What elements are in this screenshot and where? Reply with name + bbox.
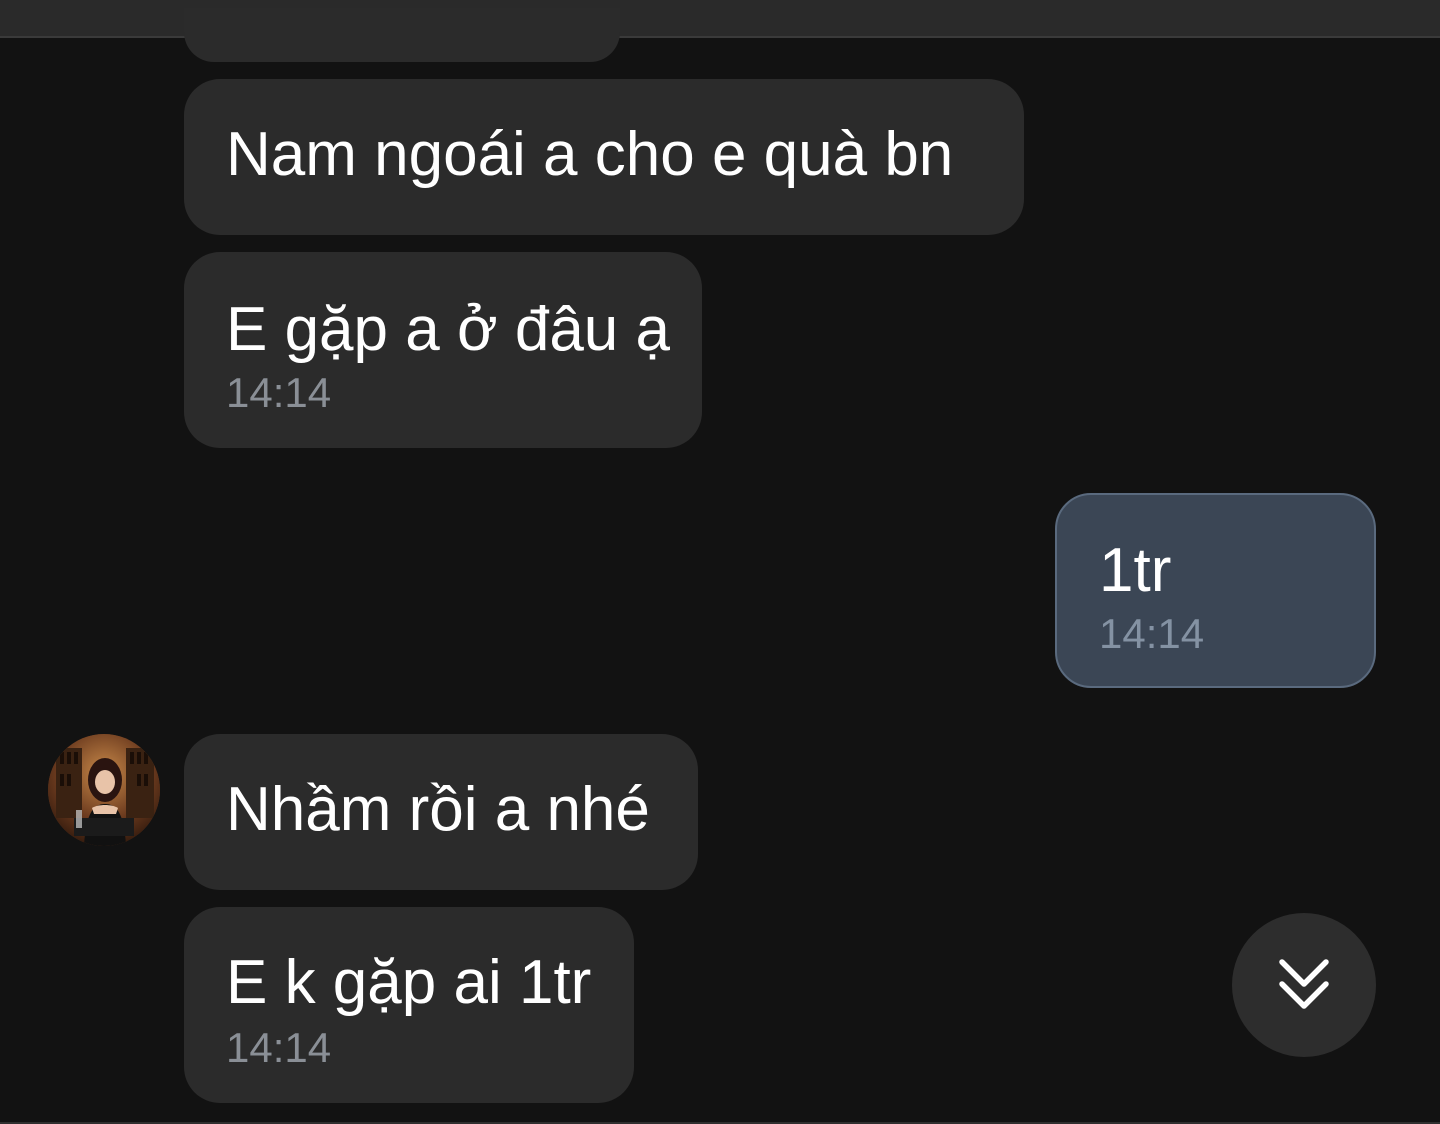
message-timestamp: 14:14 — [226, 369, 332, 416]
contact-avatar[interactable] — [48, 734, 160, 846]
message-text: E k gặp ai 1tr — [226, 948, 592, 1017]
message-bubble-partial[interactable] — [184, 8, 620, 62]
double-chevron-down-icon — [1279, 959, 1329, 1009]
message-bubble-incoming[interactable]: Nam ngoái a cho e quà bn — [184, 79, 1024, 235]
message-text: 1tr — [1099, 536, 1172, 605]
message-timestamp: 14:14 — [1099, 610, 1205, 657]
message-bubble-incoming[interactable]: Nhầm rồi a nhé — [184, 734, 698, 890]
message-bubble-incoming[interactable]: E k gặp ai 1tr 14:14 — [184, 907, 634, 1103]
message-text: E gặp a ở đâu ạ — [226, 295, 670, 364]
avatar-photo — [48, 734, 160, 846]
message-text: Nam ngoái a cho e quà bn — [226, 120, 954, 189]
message-bubble-outgoing[interactable]: 1tr 14:14 — [1055, 493, 1376, 688]
message-bubble-incoming[interactable]: E gặp a ở đâu ạ 14:14 — [184, 252, 702, 448]
chat-area[interactable]: Nam ngoái a cho e quà bn E gặp a ở đâu ạ… — [0, 8, 1440, 1122]
message-text: Nhầm rồi a nhé — [226, 775, 650, 844]
message-timestamp: 14:14 — [226, 1024, 332, 1071]
scroll-to-bottom-button[interactable] — [1232, 913, 1376, 1057]
